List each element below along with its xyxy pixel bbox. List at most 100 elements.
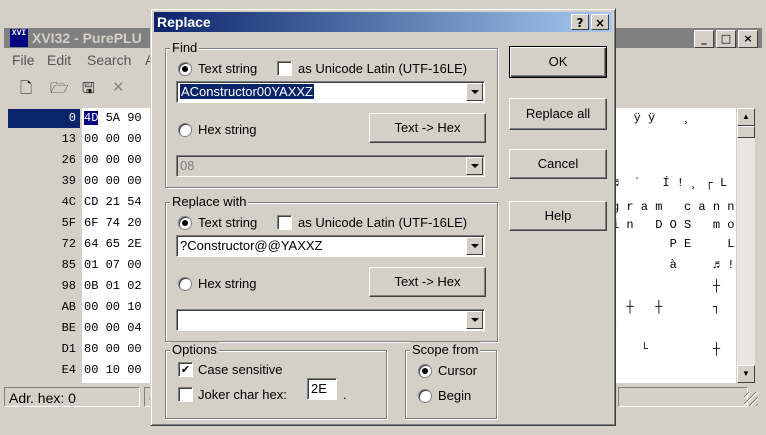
text-row[interactable]: ┼ — [612, 279, 736, 293]
scroll-up-button[interactable]: ▲ — [737, 108, 755, 126]
hex-cell[interactable]: 10 — [127, 300, 141, 314]
hex-cell[interactable]: 80 — [84, 342, 98, 356]
scroll-thumb[interactable] — [737, 126, 755, 138]
find-text-combo[interactable]: AConstructor00YAXXZ — [176, 81, 485, 103]
hex-row[interactable]: 00 10 00 — [84, 363, 142, 377]
hex-row[interactable]: 01 07 00 — [84, 258, 142, 272]
find-text-to-hex-button[interactable]: Text -> Hex — [369, 113, 486, 143]
joker-char-input[interactable]: 2E — [307, 378, 337, 400]
hex-cell[interactable]: 02 — [127, 279, 141, 293]
vertical-scrollbar[interactable]: ▲ ▼ — [737, 108, 755, 383]
open-folder-icon[interactable]: 🗁 — [50, 78, 69, 103]
replace-text-combo[interactable]: ?Constructor@@YAXXZ — [176, 235, 485, 257]
find-hex-string-radio[interactable] — [178, 123, 192, 137]
replace-hex-combo[interactable] — [176, 309, 485, 331]
hex-column[interactable]: 4D 5A 90 00 00 00 00 00 00 00 00 00 CD 2… — [82, 108, 150, 383]
text-row[interactable]: g r a m c a n n — [612, 200, 736, 214]
hex-cell[interactable]: 00 — [106, 174, 120, 188]
hex-cell[interactable]: 00 — [127, 132, 141, 146]
new-file-icon[interactable]: 🗋 — [20, 78, 32, 103]
hex-cell-selected[interactable]: 4D — [82, 110, 100, 126]
chevron-down-icon[interactable] — [466, 311, 483, 329]
ok-button[interactable]: OK — [509, 46, 607, 78]
text-row[interactable]: i n D O S m o — [612, 218, 736, 232]
dialog-close-button[interactable]: × — [591, 14, 609, 30]
hex-cell[interactable]: 54 — [127, 195, 141, 209]
hex-row[interactable]: 6F 74 20 — [84, 216, 142, 230]
hex-row[interactable]: 80 00 00 — [84, 342, 142, 356]
hex-cell[interactable]: CD — [84, 195, 98, 209]
hex-cell[interactable]: 00 — [84, 321, 98, 335]
find-text-string-radio[interactable] — [178, 62, 192, 76]
replace-text-to-hex-button[interactable]: Text -> Hex — [369, 267, 486, 297]
help-button[interactable]: Help — [509, 201, 607, 231]
hex-cell[interactable]: 00 — [106, 300, 120, 314]
chevron-down-icon[interactable] — [466, 83, 483, 101]
find-unicode-checkbox[interactable] — [277, 61, 292, 76]
find-hex-combo[interactable]: 08 — [176, 155, 485, 177]
hex-cell[interactable]: 00 — [84, 153, 98, 167]
hex-cell[interactable]: 00 — [84, 363, 98, 377]
chevron-down-icon[interactable] — [466, 237, 483, 255]
hex-cell[interactable]: 0B — [84, 279, 98, 293]
hex-row[interactable]: 00 00 04 — [84, 321, 142, 335]
replace-all-button[interactable]: Replace all — [509, 98, 607, 130]
replace-text-string-radio[interactable] — [178, 216, 192, 230]
delete-icon[interactable]: ✕ — [112, 78, 125, 96]
hex-cell[interactable]: 00 — [106, 321, 120, 335]
hex-cell[interactable]: 00 — [127, 174, 141, 188]
text-row[interactable]: à ♬ ! — [612, 258, 736, 272]
text-row[interactable]: ┼ ┼ ┐ — [612, 300, 736, 314]
replace-hex-string-radio[interactable] — [178, 277, 192, 291]
hex-row[interactable]: CD 21 54 — [84, 195, 142, 209]
hex-cell[interactable]: 00 — [84, 132, 98, 146]
resize-gripper[interactable] — [744, 392, 758, 406]
menu-file[interactable]: File — [12, 52, 35, 68]
scope-cursor-radio[interactable] — [418, 364, 432, 378]
text-row[interactable]: P E L — [612, 237, 736, 251]
hex-row[interactable]: 00 00 00 — [84, 132, 142, 146]
hex-cell[interactable]: 64 — [84, 237, 98, 251]
hex-cell[interactable]: 6F — [84, 216, 98, 230]
hex-cell[interactable]: 04 — [127, 321, 141, 335]
hex-cell[interactable]: 00 — [127, 342, 141, 356]
hex-cell[interactable]: 01 — [106, 279, 120, 293]
hex-row[interactable]: 4D 5A 90 — [82, 110, 142, 126]
menu-search[interactable]: Search — [87, 52, 131, 68]
chevron-down-icon[interactable] — [466, 157, 483, 175]
cancel-button[interactable]: Cancel — [509, 149, 607, 179]
menu-edit[interactable]: Edit — [47, 52, 71, 68]
hex-row[interactable]: 00 00 10 — [84, 300, 142, 314]
hex-row[interactable]: 00 00 00 — [84, 174, 142, 188]
scope-begin-radio[interactable] — [418, 389, 432, 403]
hex-cell[interactable]: 2E — [127, 237, 141, 251]
hex-cell[interactable]: 65 — [106, 237, 120, 251]
maximize-button[interactable]: □ — [716, 30, 736, 48]
help-question-button[interactable]: ? — [571, 14, 589, 30]
hex-cell[interactable]: 10 — [106, 363, 120, 377]
main-close-button[interactable]: × — [738, 30, 758, 48]
hex-cell[interactable]: 5A — [106, 111, 120, 125]
hex-cell[interactable]: 00 — [127, 153, 141, 167]
hex-cell[interactable]: 74 — [106, 216, 120, 230]
text-row[interactable]: ┘ ┼ — [612, 321, 749, 335]
hex-cell[interactable]: 00 — [127, 258, 141, 272]
hex-cell[interactable]: 00 — [106, 342, 120, 356]
text-row[interactable]: └ ┼ — [612, 342, 736, 356]
hex-row[interactable]: 64 65 2E — [84, 237, 142, 251]
hex-cell[interactable]: 00 — [84, 300, 98, 314]
hex-row[interactable]: 00 00 00 — [84, 153, 142, 167]
hex-cell[interactable]: 21 — [106, 195, 120, 209]
hex-cell[interactable]: 00 — [106, 153, 120, 167]
save-icon[interactable]: 🖫 — [82, 78, 95, 103]
dialog-titlebar[interactable]: Replace ? × — [154, 12, 612, 32]
hex-cell[interactable]: 00 — [84, 174, 98, 188]
minimize-button[interactable]: _ — [694, 30, 714, 48]
hex-cell[interactable]: 07 — [106, 258, 120, 272]
hex-cell[interactable]: 00 — [127, 363, 141, 377]
text-column[interactable]: ÿ ÿ ¸ ♬ ´ Í ! ¸ ┌ L g r a m c a n n i n … — [612, 108, 749, 383]
hex-cell[interactable]: 20 — [127, 216, 141, 230]
hex-cell[interactable]: 01 — [84, 258, 98, 272]
hex-row[interactable]: 0B 01 02 — [84, 279, 142, 293]
replace-unicode-checkbox[interactable] — [277, 215, 292, 230]
